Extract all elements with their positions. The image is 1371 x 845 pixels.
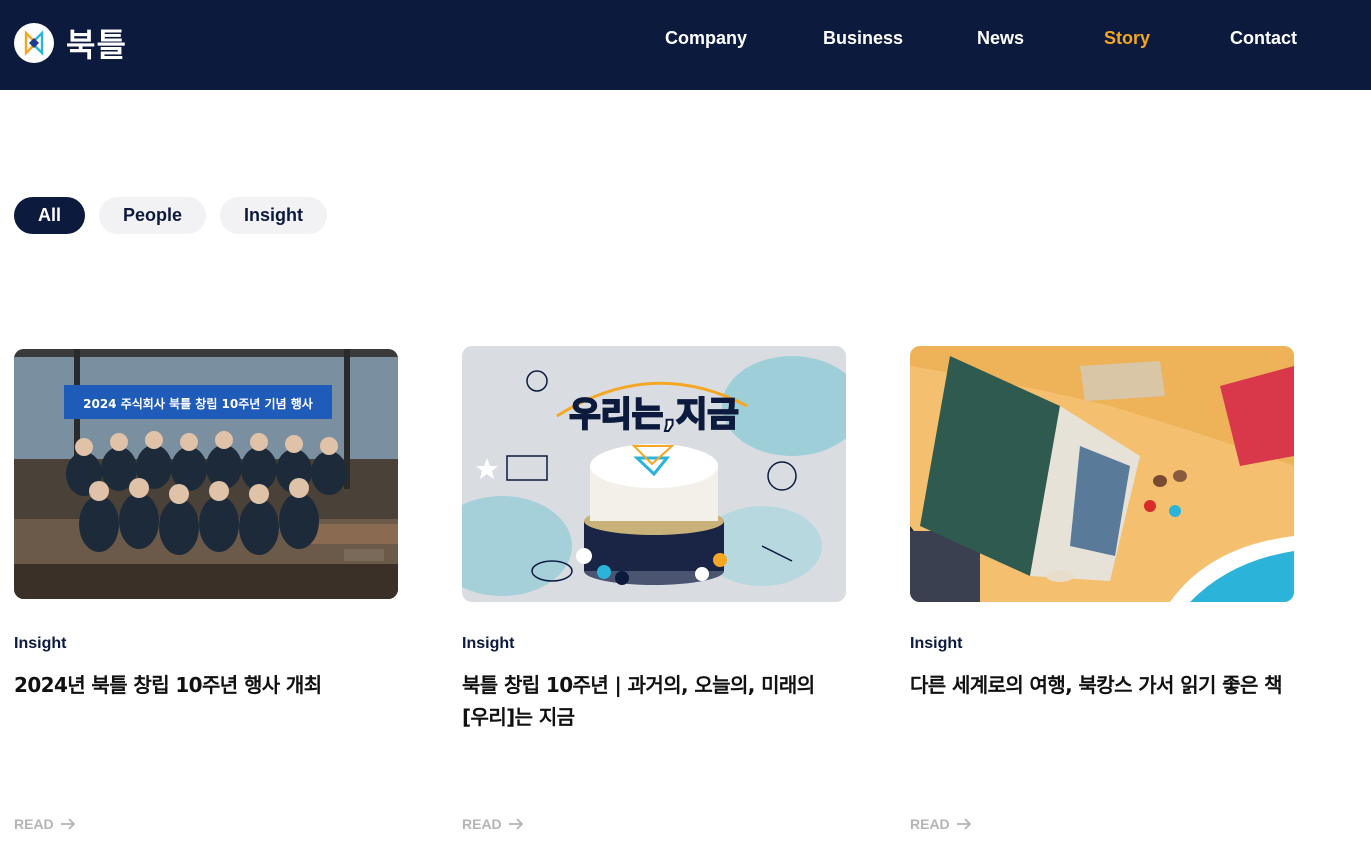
category-filter: All People Insight xyxy=(14,197,328,234)
banner-text: 2024 주식회사 북틀 창립 10주년 기념 행사 xyxy=(83,396,313,411)
story-card-3-image[interactable] xyxy=(910,346,1294,602)
story-card-1-category: Insight xyxy=(14,635,67,652)
story-card-2-title[interactable]: 북틀 창립 10주년 | 과거의, 오늘의, 미래의 [우리]는 지금 xyxy=(462,669,846,733)
story-card-3-title[interactable]: 다른 세계로의 여행, 북캉스 가서 읽기 좋은 책 xyxy=(910,669,1294,701)
story-card-2: 우리는,지금 Insight 북틀 창립 10주년 | 과거의, 오늘의, 미래… xyxy=(462,346,846,839)
main-nav: Company Business News Story Contact xyxy=(0,28,1371,52)
story-card-2-read-link[interactable]: READ xyxy=(462,816,524,832)
arrow-right-icon xyxy=(508,818,523,830)
story-card-3-category: Insight xyxy=(910,635,963,652)
story-card-3: Insight 다른 세계로의 여행, 북캉스 가서 읽기 좋은 책 READ xyxy=(910,346,1294,839)
filter-people[interactable]: People xyxy=(99,197,207,234)
story-card-1-read-link[interactable]: READ xyxy=(14,816,76,832)
story-card-1-title[interactable]: 2024년 북틀 창립 10주년 행사 개최 xyxy=(14,669,398,701)
arrow-right-icon xyxy=(60,818,75,830)
nav-business[interactable]: Business xyxy=(823,28,903,49)
headline-text: 우리는,지금 xyxy=(569,395,738,435)
filter-insight[interactable]: Insight xyxy=(220,197,328,234)
story-card-2-category: Insight xyxy=(462,635,515,652)
nav-story[interactable]: Story xyxy=(1104,28,1150,49)
story-card-2-image[interactable]: 우리는,지금 xyxy=(462,346,846,602)
story-card-1-image[interactable]: 2024 주식회사 북틀 창립 10주년 기념 행사 xyxy=(14,349,398,599)
site-header: 북틀 Company Business News Story Contact xyxy=(0,0,1371,90)
story-card-1: 2024 주식회사 북틀 창립 10주년 기념 행사 Insight 2024년… xyxy=(14,349,398,839)
story-card-3-read-link[interactable]: READ xyxy=(910,816,972,832)
read-label: READ xyxy=(14,816,54,832)
read-label: READ xyxy=(910,816,950,832)
read-label: READ xyxy=(462,816,502,832)
nav-company[interactable]: Company xyxy=(665,28,747,49)
nav-news[interactable]: News xyxy=(977,28,1024,49)
arrow-right-icon xyxy=(956,818,971,830)
nav-contact[interactable]: Contact xyxy=(1230,28,1297,49)
filter-all[interactable]: All xyxy=(14,197,86,234)
